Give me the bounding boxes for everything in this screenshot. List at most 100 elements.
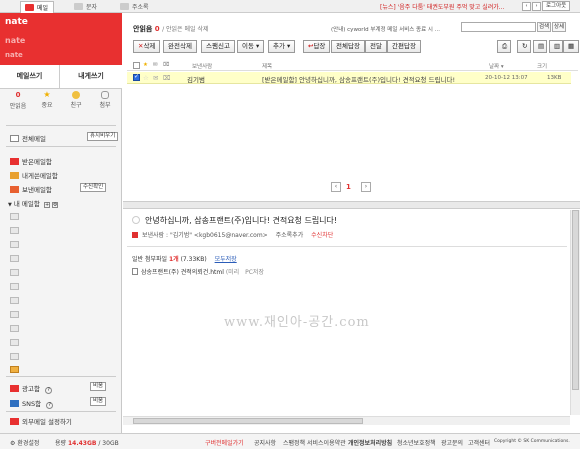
- prev-news-button[interactable]: ‹: [522, 2, 531, 11]
- layout-dropdown[interactable]: ▦: [563, 40, 579, 53]
- folder-icon[interactable]: [10, 255, 19, 262]
- col-size[interactable]: 크기: [537, 62, 547, 70]
- attachment-filename[interactable]: 삼송프랜트(주) 견적의뢰건.html: [141, 269, 224, 276]
- folder-icon[interactable]: [10, 297, 19, 304]
- folder-icon[interactable]: [10, 311, 19, 318]
- empty-sns-button[interactable]: 비움: [90, 397, 107, 406]
- add-folder-icon[interactable]: +: [43, 202, 50, 208]
- compose-button[interactable]: 메일쓰기: [0, 65, 60, 88]
- block-sender-link[interactable]: 수신차단: [311, 232, 333, 239]
- folder-icon[interactable]: [10, 283, 19, 290]
- star-column-icon[interactable]: ★: [143, 62, 148, 68]
- split-view-icon[interactable]: ▥: [549, 40, 563, 53]
- self-compose-button[interactable]: 내게쓰기: [61, 65, 121, 88]
- save-to-pc-link[interactable]: PC저장: [245, 269, 264, 276]
- save-all-link[interactable]: 모두저장: [215, 256, 237, 263]
- scrollbar-thumb[interactable]: [572, 210, 579, 390]
- footer-link-support[interactable]: 고객센터: [468, 438, 490, 447]
- add-contact-link[interactable]: 주소록추가: [276, 232, 304, 239]
- table-row[interactable]: ☆ ✉ ⌧ 김기범 [받은메일함] 안녕하십니까, 삼송프랜트(주)입니다! 견…: [127, 72, 571, 84]
- folder-icon[interactable]: [10, 269, 19, 276]
- settings-link[interactable]: ⚙ 환경설정: [10, 438, 39, 447]
- pane-splitter[interactable]: [123, 201, 580, 209]
- spam-report-button[interactable]: 스팸신고: [201, 40, 235, 53]
- empty-spam-button[interactable]: 비움: [90, 382, 107, 391]
- all-mail-link[interactable]: 전체메일: [10, 133, 46, 143]
- folder-icon[interactable]: [10, 353, 19, 360]
- footer-link-privacy[interactable]: 개인정보처리방침: [348, 438, 392, 447]
- folder-settings-icon[interactable]: ⚙: [52, 202, 59, 208]
- star-icon[interactable]: ☆: [143, 74, 149, 82]
- sidebar-item-self-mail[interactable]: 내게쓴메일함: [10, 170, 58, 180]
- preview-link[interactable]: (미리: [226, 269, 239, 276]
- footer-link-notice[interactable]: 공지사항: [254, 438, 276, 447]
- folder-icon[interactable]: [10, 325, 19, 332]
- reply-all-button[interactable]: 전체답장: [331, 40, 365, 53]
- empty-trash-button[interactable]: 휴지비우기: [87, 132, 119, 141]
- stat-friend[interactable]: 친구: [62, 91, 90, 109]
- footer-link-terms[interactable]: 서비스이용약관: [307, 438, 346, 447]
- sidebar-item-spam[interactable]: 광고함 ?: [10, 383, 53, 394]
- logout-button[interactable]: 로그아웃: [542, 1, 571, 11]
- row-sender[interactable]: 김기범: [187, 74, 205, 84]
- stat-attachment[interactable]: 첨부: [91, 91, 119, 109]
- detail-search-button[interactable]: 상세: [552, 22, 566, 32]
- stat-important[interactable]: ★ 중요: [33, 91, 61, 110]
- prev-page-button[interactable]: ‹: [331, 182, 341, 192]
- quick-reply-button[interactable]: 간편답장: [387, 40, 421, 53]
- col-date[interactable]: 날짜 ▾: [489, 62, 504, 70]
- scrollbar-thumb[interactable]: [133, 418, 363, 424]
- tab-addressbook[interactable]: 주소록: [116, 1, 154, 13]
- sidebar-item-sent[interactable]: 보낸메일함: [10, 184, 52, 194]
- current-page[interactable]: 1: [346, 183, 351, 191]
- tab-sms[interactable]: 문자: [70, 1, 102, 13]
- read-status-icon[interactable]: ✉: [153, 74, 158, 82]
- stat-unread[interactable]: 0 안읽음: [4, 91, 32, 110]
- promo-notice[interactable]: (안내) cyworld 부계정 메일 서비스 종료 시 ...: [331, 25, 440, 33]
- subject-star-icon[interactable]: [132, 216, 140, 224]
- next-news-button[interactable]: ›: [532, 2, 541, 11]
- col-subject[interactable]: 제목: [262, 62, 272, 70]
- folder-icon[interactable]: [10, 241, 19, 248]
- row-checkbox[interactable]: [133, 73, 140, 81]
- move-dropdown[interactable]: 이동 ▾: [237, 40, 265, 53]
- permanent-delete-button[interactable]: 완전삭제: [163, 40, 197, 53]
- my-folders-header[interactable]: ▼ 내 메일함 + ⚙: [8, 198, 59, 208]
- search-input[interactable]: [461, 22, 536, 32]
- select-all-checkbox[interactable]: [133, 62, 140, 69]
- footer-link-youth[interactable]: 청소년보호정책: [397, 438, 436, 447]
- forward-button[interactable]: 전달: [365, 40, 387, 53]
- list-view-icon[interactable]: ▤: [533, 40, 547, 53]
- folder-icon[interactable]: [10, 227, 19, 234]
- read-receipt-button[interactable]: 수신확인: [80, 183, 107, 192]
- tab-mail[interactable]: 메일: [20, 1, 55, 13]
- reply-button[interactable]: ↩답장: [303, 40, 331, 53]
- nate-logo[interactable]: nate: [5, 17, 28, 27]
- attach-column-icon[interactable]: ⌧: [163, 62, 169, 68]
- delete-unread-link[interactable]: / 안읽은 메일 삭제: [162, 26, 208, 33]
- vertical-scrollbar[interactable]: [570, 210, 580, 415]
- print-icon[interactable]: ⎙: [497, 40, 511, 53]
- lock-folder-icon[interactable]: [10, 366, 19, 373]
- footer-link-spam-policy[interactable]: 스팸정책: [283, 438, 305, 447]
- row-subject[interactable]: [받은메일함] 안녕하십니까, 삼송프랜트(주)입니다! 견적요청 드립니다!: [262, 74, 455, 84]
- external-mail-settings-link[interactable]: 외부메일 설정하기: [10, 416, 72, 426]
- sidebar-item-inbox[interactable]: 받은메일함: [10, 156, 52, 166]
- folder-icon[interactable]: [10, 339, 19, 346]
- col-sender[interactable]: 보낸사람: [192, 62, 212, 70]
- sender-address[interactable]: "김기범" <kgb0615@naver.com>: [170, 232, 268, 239]
- help-icon[interactable]: ?: [46, 402, 54, 409]
- folder-icon[interactable]: [10, 213, 19, 220]
- news-ticker[interactable]: [뉴스] '음주 다툼' 태권도부원 주먹 맞고 실려가...: [380, 2, 505, 11]
- refresh-icon[interactable]: ↻: [517, 40, 531, 53]
- next-page-button[interactable]: ›: [361, 182, 371, 192]
- delete-button[interactable]: ✕삭제: [133, 40, 161, 53]
- read-column-icon[interactable]: ✉: [153, 62, 158, 68]
- search-button[interactable]: 검색: [537, 22, 551, 32]
- sidebar-item-sns[interactable]: SNS함 ?: [10, 398, 54, 409]
- add-dropdown[interactable]: 추가 ▾: [268, 40, 296, 53]
- footer-link-old-version[interactable]: 구버전메일가기: [205, 438, 244, 447]
- horizontal-scrollbar[interactable]: [123, 416, 570, 425]
- footer-link-ads[interactable]: 광고문의: [441, 438, 463, 447]
- help-icon[interactable]: ?: [45, 387, 53, 394]
